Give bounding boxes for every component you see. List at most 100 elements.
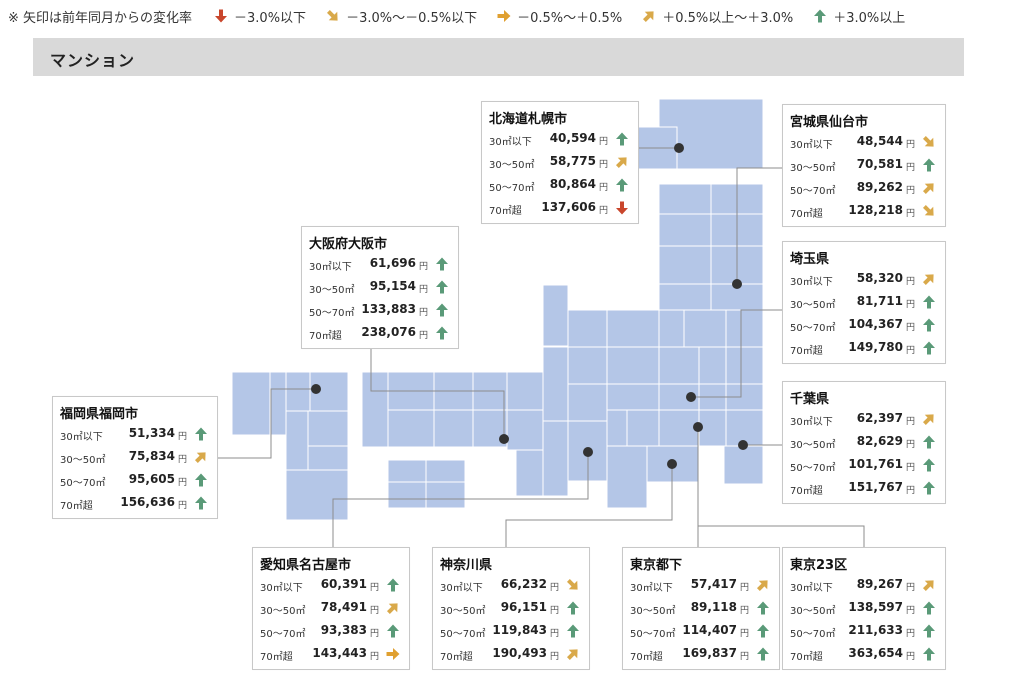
prefecture-tile [606, 309, 660, 348]
prefecture-tile [506, 371, 544, 411]
size-label: 30～50㎡ [260, 606, 306, 617]
prefecture-tile [658, 409, 700, 447]
size-label: 30～50㎡ [630, 606, 676, 617]
size-label: 70㎡超 [489, 206, 522, 217]
city-card-nagoya: 愛知県名古屋市 30㎡以下 60,391 円 30～50㎡ 78,491 円 50～70㎡ 93… [252, 547, 410, 670]
size-label: 50～70㎡ [489, 183, 535, 194]
rent-value: 89,118 [690, 600, 737, 614]
price-row: 50～70㎡ 119,843 円 [433, 620, 589, 643]
arrow-up-icon [567, 624, 579, 638]
price-row: 70㎡超 190,493 円 [433, 643, 589, 666]
prefecture-tile [542, 284, 569, 347]
arrow-up-icon [923, 318, 935, 332]
unit-label: 円 [905, 163, 915, 173]
price-row: 50～70㎡ 133,883 円 [302, 299, 458, 322]
arrow-up-icon [567, 601, 579, 615]
prefecture-tile [506, 409, 544, 451]
rent-value: 104,367 [848, 317, 903, 331]
arrow-up-icon [923, 601, 935, 615]
size-label: 30㎡以下 [489, 137, 532, 148]
size-label: 30㎡以下 [790, 417, 833, 428]
rent-value: 75,834 [128, 449, 175, 463]
size-label: 30㎡以下 [790, 583, 833, 594]
size-label: 70㎡超 [790, 346, 823, 357]
unit-label: 円 [905, 186, 915, 196]
prefecture-tile [285, 371, 311, 412]
price-row: 70㎡超 238,076 円 [302, 322, 458, 345]
prefecture-tile [567, 309, 608, 348]
price-row: 30～50㎡ 78,491 円 [253, 597, 409, 620]
arrow-up-icon [195, 496, 207, 510]
rent-value: 93,383 [320, 623, 367, 637]
rent-value: 114,407 [682, 623, 737, 637]
size-label: 50～70㎡ [630, 629, 676, 640]
unit-label: 円 [549, 606, 559, 616]
size-label: 50～70㎡ [260, 629, 306, 640]
city-name: 大阪府大阪市 [309, 237, 388, 252]
rent-value: 138,597 [848, 600, 903, 614]
city-card-sendai: 宮城県仙台市 30㎡以下 48,544 円 30～50㎡ 70,581 円 50～70㎡ 89,… [782, 104, 946, 227]
rent-value: 58,775 [549, 154, 596, 168]
size-label: 50～70㎡ [60, 478, 106, 489]
city-name: 東京23区 [790, 558, 848, 573]
unit-label: 円 [905, 209, 915, 219]
rent-value: 96,151 [500, 600, 547, 614]
rent-value: 133,883 [361, 302, 416, 316]
unit-label: 円 [905, 440, 915, 450]
rent-value: 95,605 [128, 472, 175, 486]
price-row: 50～70㎡ 104,367 円 [783, 314, 945, 337]
rent-value: 151,767 [848, 480, 903, 494]
arrow-up-right-icon [922, 580, 934, 592]
rent-value: 89,267 [856, 577, 903, 591]
unit-label: 円 [549, 583, 559, 593]
city-marker-nagoya [583, 447, 593, 457]
size-label: 50～70㎡ [790, 629, 836, 640]
prefecture-tile [387, 459, 427, 483]
prefecture-tile [606, 409, 628, 447]
unit-label: 円 [905, 463, 915, 473]
price-row: 30㎡以下 60,391 円 [253, 574, 409, 597]
unit-label: 円 [598, 183, 608, 193]
unit-label: 円 [905, 629, 915, 639]
unit-label: 円 [177, 501, 187, 511]
arrow-up-icon [436, 303, 448, 317]
price-row: 30㎡以下 48,544 円 [783, 131, 945, 154]
size-label: 30～50㎡ [309, 285, 355, 296]
arrow-up-icon [923, 295, 935, 309]
arrow-up-icon [923, 624, 935, 638]
size-label: 70㎡超 [440, 652, 473, 663]
size-label: 30～50㎡ [489, 160, 535, 171]
prefecture-tile [698, 409, 727, 447]
city-marker-saitama [686, 392, 696, 402]
rent-value: 238,076 [361, 325, 416, 339]
arrow-up-icon [436, 280, 448, 294]
prefecture-tile [606, 346, 660, 385]
unit-label: 円 [369, 583, 379, 593]
price-row: 30～50㎡ 70,581 円 [783, 154, 945, 177]
size-label: 30㎡以下 [60, 432, 103, 443]
prefecture-tile [606, 383, 660, 411]
unit-label: 円 [905, 486, 915, 496]
arrow-up-icon [923, 341, 935, 355]
size-label: 30～50㎡ [440, 606, 486, 617]
price-row: 70㎡超 128,218 円 [783, 200, 945, 223]
price-row: 30～50㎡ 82,629 円 [783, 431, 945, 454]
unit-label: 円 [905, 583, 915, 593]
price-row: 30～50㎡ 95,154 円 [302, 276, 458, 299]
size-label: 70㎡超 [790, 486, 823, 497]
size-label: 30㎡以下 [309, 262, 352, 273]
unit-label: 円 [418, 285, 428, 295]
city-marker-tokyo_tama [693, 422, 703, 432]
price-row: 70㎡超 143,443 円 [253, 643, 409, 666]
city-card-kanagawa: 神奈川県 30㎡以下 66,232 円 30～50㎡ 96,151 円 50～70㎡ 119,8… [432, 547, 590, 670]
city-name: 埼玉県 [790, 252, 830, 267]
arrow-down-icon [616, 201, 628, 215]
arrow-up-icon [923, 647, 935, 661]
arrow-up-icon [757, 647, 769, 661]
price-row: 70㎡超 156,636 円 [53, 492, 217, 515]
prefecture-tile [361, 371, 389, 448]
price-row: 50～70㎡ 93,383 円 [253, 620, 409, 643]
price-row: 70㎡超 137,606 円 [482, 197, 638, 220]
size-label: 70㎡超 [309, 331, 342, 342]
price-row: 50～70㎡ 89,262 円 [783, 177, 945, 200]
